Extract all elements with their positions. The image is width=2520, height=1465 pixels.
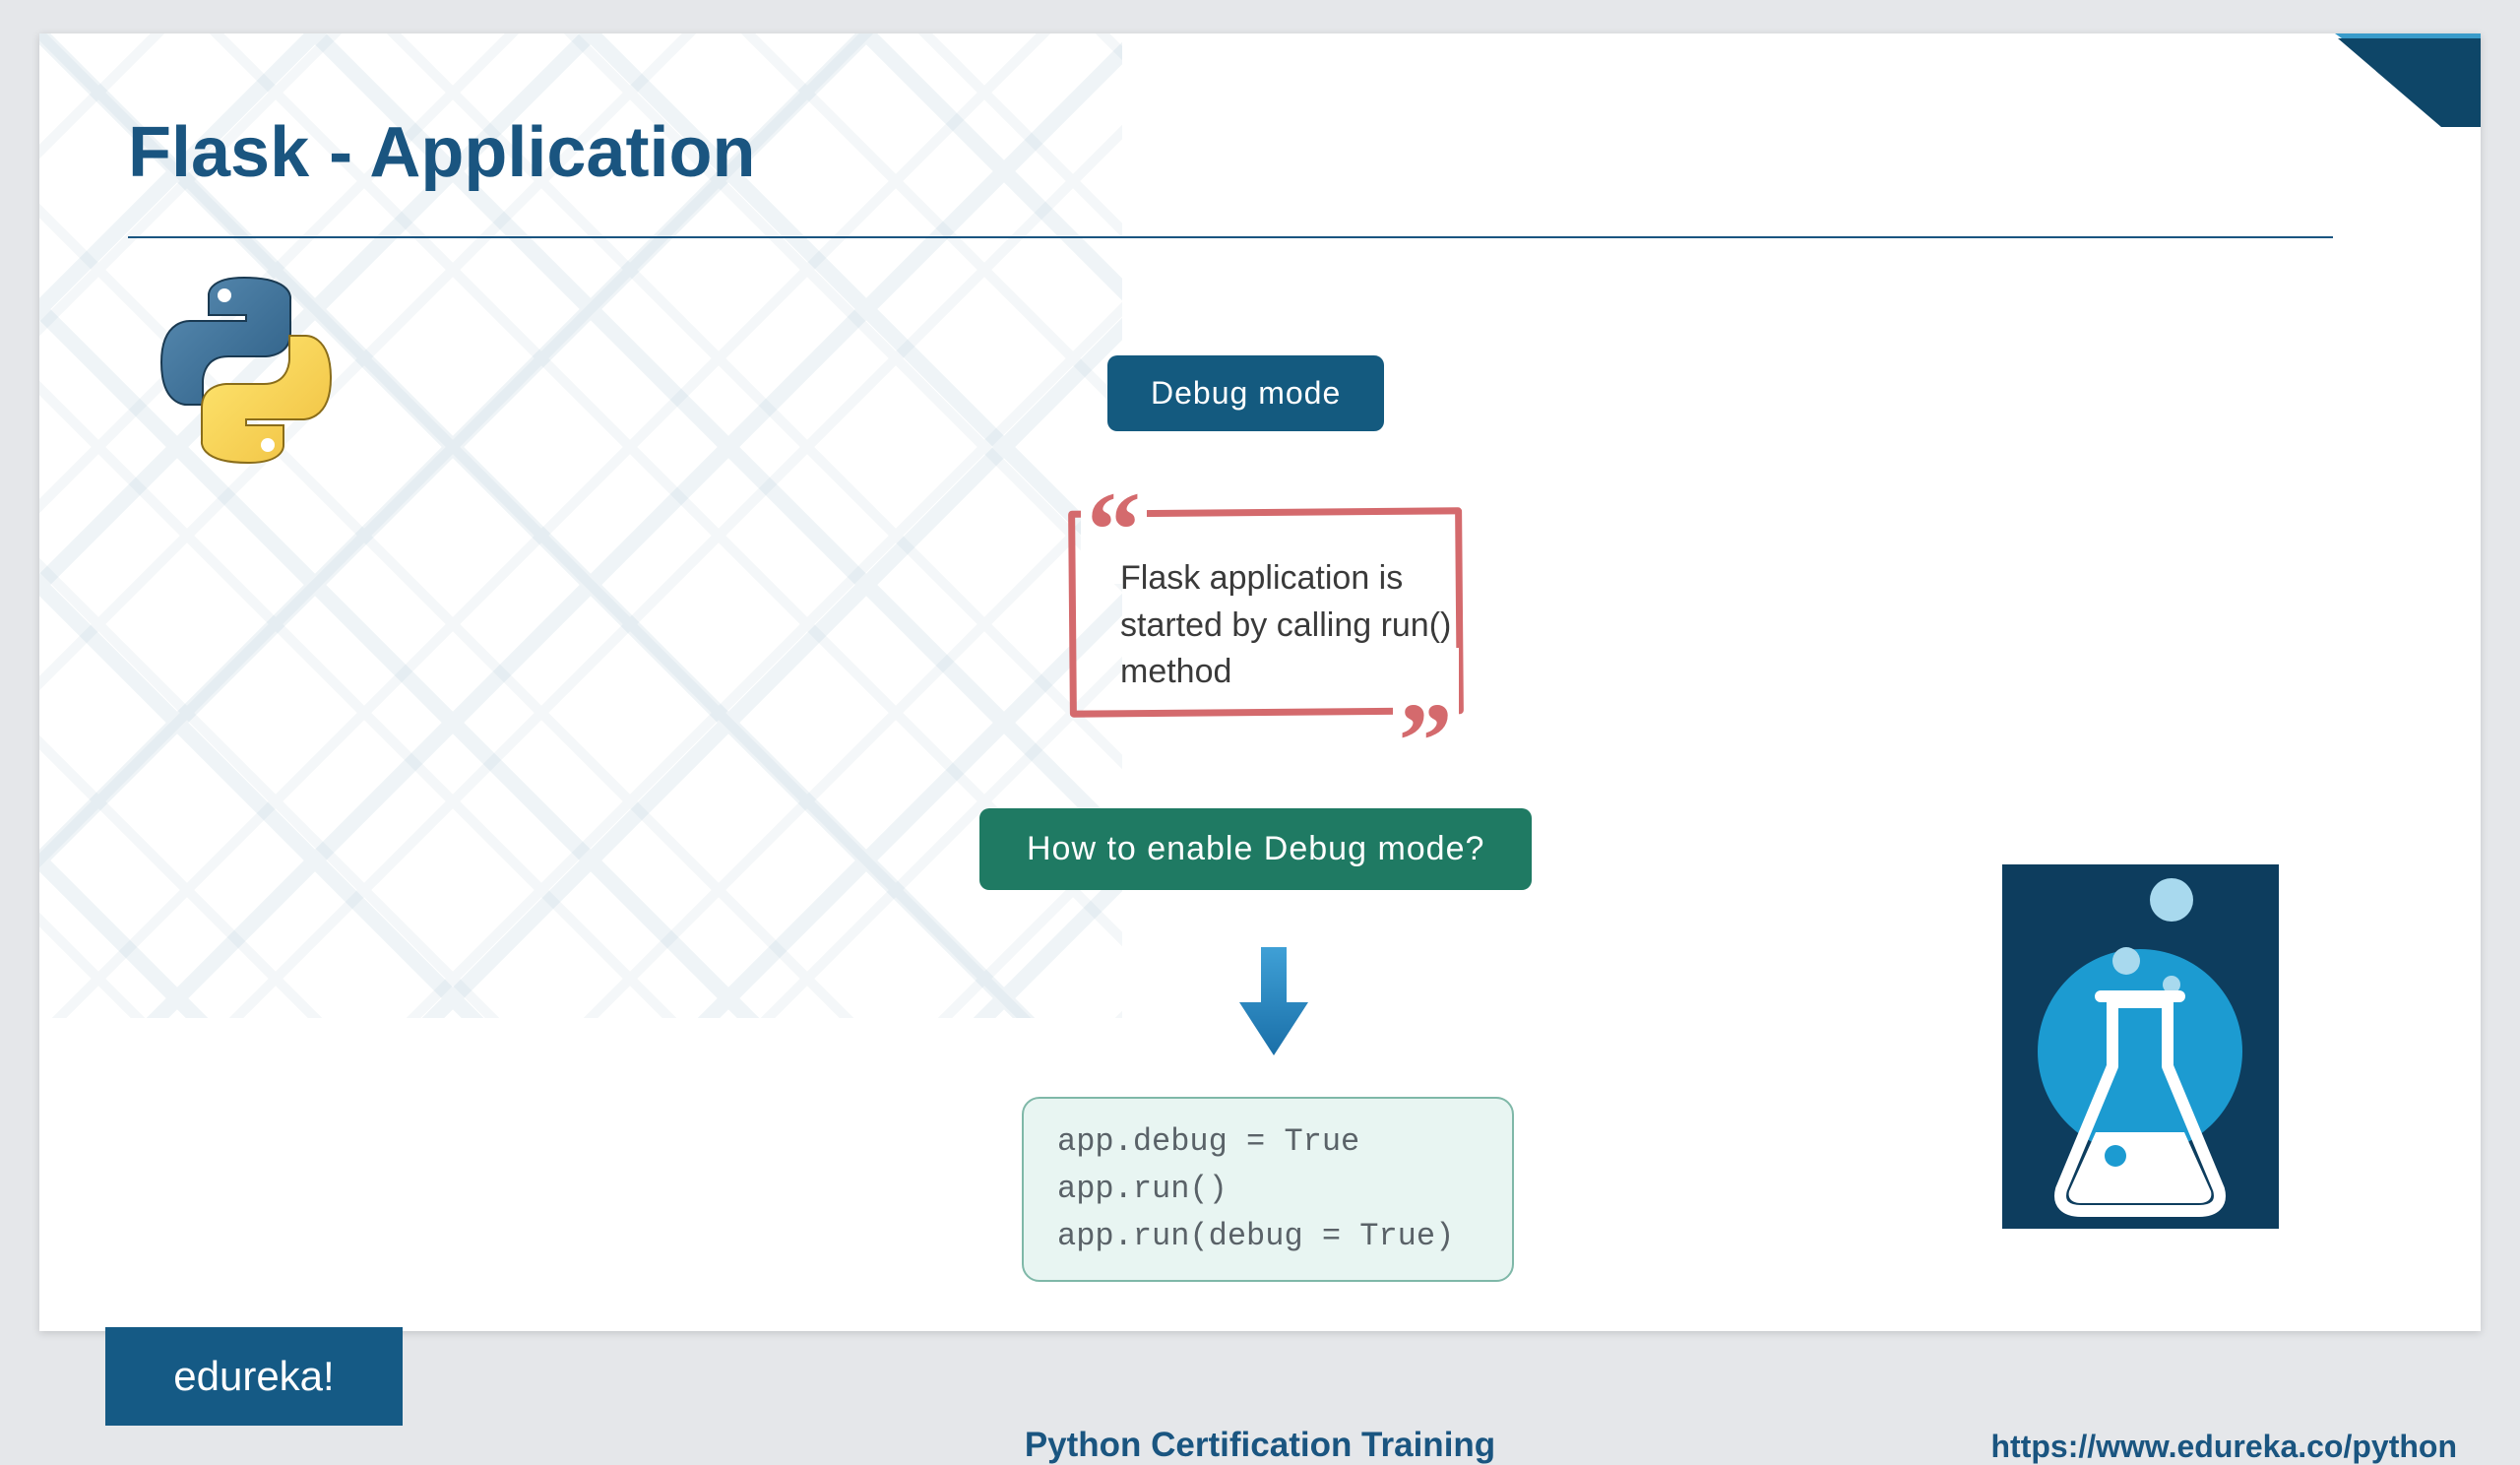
footer-url: https://www.edureka.co/python: [1990, 1429, 2457, 1465]
python-logo-icon: [148, 272, 345, 469]
slide-title: Flask - Application: [128, 112, 755, 193]
flask-beaker-icon: [2002, 864, 2279, 1229]
footer-course-title: Python Certification Training: [1025, 1426, 1495, 1465]
code-snippet: app.debug = True app.run() app.run(debug…: [1022, 1097, 1514, 1282]
debug-mode-badge: Debug mode: [1107, 355, 1384, 431]
quote-container: “ “ Flask application is started by call…: [1053, 481, 1486, 742]
brand-tab: edureka!: [105, 1327, 403, 1426]
presentation-slide: Flask - Application Debug mode “ “ Flask…: [39, 33, 2481, 1331]
title-underline: [128, 236, 2333, 238]
how-to-enable-badge: How to enable Debug mode?: [979, 808, 1532, 890]
down-arrow-icon: [1239, 947, 1308, 1060]
quote-text: Flask application is started by calling …: [1120, 555, 1455, 696]
corner-decoration: [2126, 33, 2481, 181]
